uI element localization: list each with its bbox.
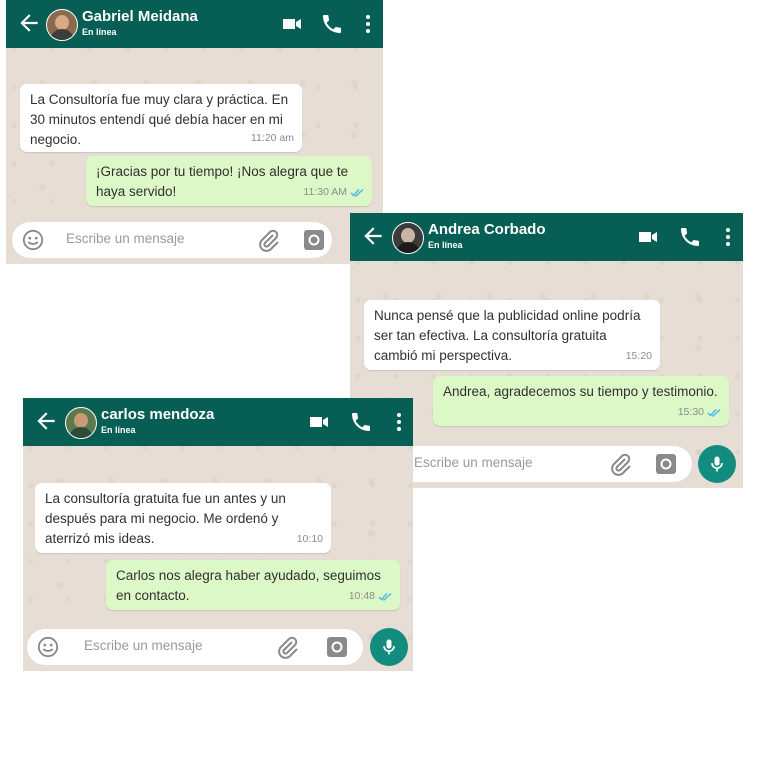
- contact-status: En línea: [428, 240, 463, 250]
- contact-name[interactable]: Gabriel Meidana: [82, 8, 198, 25]
- message-meta: 15:30: [678, 402, 721, 422]
- chat-header: Andrea Corbado En línea: [350, 213, 743, 261]
- outgoing-message: Andrea, agradecemos su tiempo y testimon…: [433, 376, 729, 426]
- double-check-icon: [707, 408, 721, 417]
- camera-icon[interactable]: [302, 228, 326, 252]
- avatar[interactable]: [65, 407, 97, 439]
- message-input-placeholder[interactable]: Escribe un mensaje: [84, 638, 203, 653]
- incoming-message: Nunca pensé que la publicidad online pod…: [364, 300, 660, 370]
- microphone-icon: [383, 639, 395, 655]
- attach-clip-icon[interactable]: [275, 635, 299, 659]
- more-options-icon[interactable]: [716, 225, 740, 249]
- message-time: 15:30: [677, 406, 704, 418]
- more-options-icon[interactable]: [356, 12, 380, 36]
- avatar[interactable]: [46, 9, 78, 41]
- message-input-bar[interactable]: Escribe un mensaje: [12, 222, 332, 258]
- double-check-icon: [378, 592, 392, 601]
- more-options-icon[interactable]: [387, 410, 411, 434]
- message-meta: 10:48: [349, 586, 392, 606]
- message-time: 10:48: [348, 590, 375, 602]
- contact-name[interactable]: carlos mendoza: [101, 406, 214, 423]
- phone-icon[interactable]: [320, 12, 344, 36]
- video-call-icon[interactable]: [280, 12, 304, 36]
- message-text: Andrea, agradecemos su tiempo y testimon…: [443, 384, 718, 399]
- attach-clip-icon[interactable]: [608, 452, 632, 476]
- back-arrow-icon[interactable]: [33, 408, 59, 434]
- phone-icon[interactable]: [349, 410, 373, 434]
- message-text: La Consultoría fue muy clara y práctica.…: [30, 92, 289, 147]
- contact-status: En línea: [101, 425, 136, 435]
- chat-header: Gabriel Meidana En línea: [6, 0, 383, 48]
- microphone-button[interactable]: [370, 628, 408, 666]
- message-input-placeholder[interactable]: Escribe un mensaje: [414, 455, 533, 470]
- outgoing-message: Carlos nos alegra haber ayudado, seguimo…: [106, 560, 400, 610]
- message-text: Nunca pensé que la publicidad online pod…: [374, 308, 641, 363]
- message-time: 10:10: [296, 533, 323, 545]
- message-time: 11:20 am: [251, 132, 294, 144]
- message-time: 11:30 AM: [303, 186, 347, 198]
- contact-status: En línea: [82, 27, 117, 37]
- message-meta: 11:30 AM: [303, 182, 364, 202]
- back-arrow-icon[interactable]: [16, 10, 42, 36]
- camera-icon[interactable]: [654, 452, 678, 476]
- chat-window-carlos: carlos mendoza En línea La consultoría g…: [23, 398, 413, 671]
- emoji-icon[interactable]: [22, 229, 44, 251]
- incoming-message: La Consultoría fue muy clara y práctica.…: [20, 84, 302, 152]
- microphone-button[interactable]: [698, 445, 736, 483]
- chat-window-gabriel: Gabriel Meidana En línea La Consultoría …: [6, 0, 383, 264]
- contact-name[interactable]: Andrea Corbado: [428, 221, 546, 238]
- message-text: La consultoría gratuita fue un antes y u…: [45, 491, 286, 546]
- emoji-icon[interactable]: [37, 636, 59, 658]
- microphone-icon: [711, 456, 723, 472]
- message-input-placeholder[interactable]: Escribe un mensaje: [66, 231, 185, 246]
- message-input-bar[interactable]: Escribe un mensaje: [27, 629, 363, 665]
- avatar[interactable]: [392, 222, 424, 254]
- attach-clip-icon[interactable]: [256, 228, 280, 252]
- video-call-icon[interactable]: [636, 225, 660, 249]
- camera-icon[interactable]: [325, 635, 349, 659]
- chat-header: carlos mendoza En línea: [23, 398, 413, 446]
- back-arrow-icon[interactable]: [360, 223, 386, 249]
- double-check-icon: [350, 188, 364, 197]
- video-call-icon[interactable]: [307, 410, 331, 434]
- message-text: Carlos nos alegra haber ayudado, seguimo…: [116, 568, 381, 603]
- message-time: 15:20: [625, 350, 652, 362]
- outgoing-message: ¡Gracias por tu tiempo! ¡Nos alegra que …: [86, 156, 372, 206]
- incoming-message: La consultoría gratuita fue un antes y u…: [35, 483, 331, 553]
- phone-icon[interactable]: [678, 225, 702, 249]
